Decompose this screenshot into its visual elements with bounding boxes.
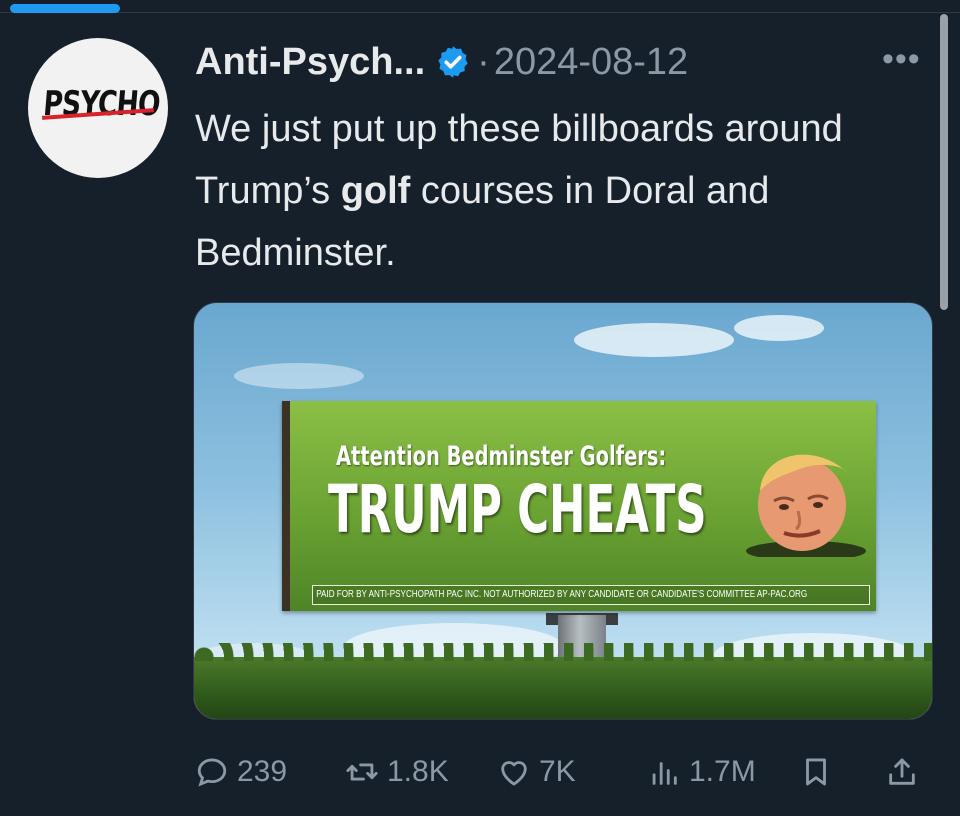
repost-icon xyxy=(346,763,378,781)
cloud xyxy=(234,363,364,389)
scrollbar[interactable] xyxy=(940,14,948,310)
reply-count: 239 xyxy=(237,755,288,788)
billboard: Attention Bedminster Golfers: TRUMP CHEA… xyxy=(282,401,876,611)
repost-count: 1.8K xyxy=(387,755,449,788)
like-count: 7K xyxy=(539,755,576,788)
tweet-text: We just put up these billboards around T… xyxy=(195,98,895,284)
repost-button[interactable]: 1.8K xyxy=(345,750,449,794)
billboard-disclaimer-text: PAID FOR BY ANTI-PSYCHOPATH PAC INC. NOT… xyxy=(316,589,808,600)
tab-indicator xyxy=(10,4,120,13)
share-icon xyxy=(889,758,915,785)
verified-badge-icon xyxy=(438,46,468,78)
face-portrait-icon xyxy=(746,454,866,557)
bookmark-icon xyxy=(806,758,826,786)
more-options-icon[interactable]: ••• xyxy=(882,40,921,79)
views-icon xyxy=(652,762,677,785)
avatar[interactable]: PSYCHO xyxy=(28,38,168,178)
like-icon xyxy=(501,761,527,786)
header-separator: · xyxy=(477,40,490,83)
views-button[interactable]: 1.7M xyxy=(647,750,756,794)
views-count: 1.7M xyxy=(689,755,756,788)
top-divider xyxy=(0,12,960,13)
tweet-date[interactable]: 2024-08-12 xyxy=(494,41,688,84)
tweet-header: Anti-Psych... · 2024-08-12 xyxy=(195,38,688,86)
author-name[interactable]: Anti-Psych... xyxy=(195,41,425,84)
bookmark-button[interactable] xyxy=(799,750,841,794)
billboard-attention-text: Attention Bedminster Golfers: xyxy=(336,441,667,472)
reply-button[interactable]: 239 xyxy=(195,750,287,794)
tweet-text-bold: golf xyxy=(340,170,411,212)
reply-icon xyxy=(197,758,227,787)
tweet-media-image[interactable]: Attention Bedminster Golfers: TRUMP CHEA… xyxy=(193,302,933,720)
billboard-headline: TRUMP CHEATS xyxy=(328,471,707,548)
treeline xyxy=(194,643,932,719)
tweet-actions: 239 1.8K 7K 1.7M xyxy=(195,750,935,794)
billboard-disclaimer: PAID FOR BY ANTI-PSYCHOPATH PAC INC. NOT… xyxy=(312,585,870,605)
cloud xyxy=(574,323,734,357)
cloud xyxy=(734,315,824,341)
like-button[interactable]: 7K xyxy=(497,750,576,794)
share-button[interactable] xyxy=(885,750,927,794)
